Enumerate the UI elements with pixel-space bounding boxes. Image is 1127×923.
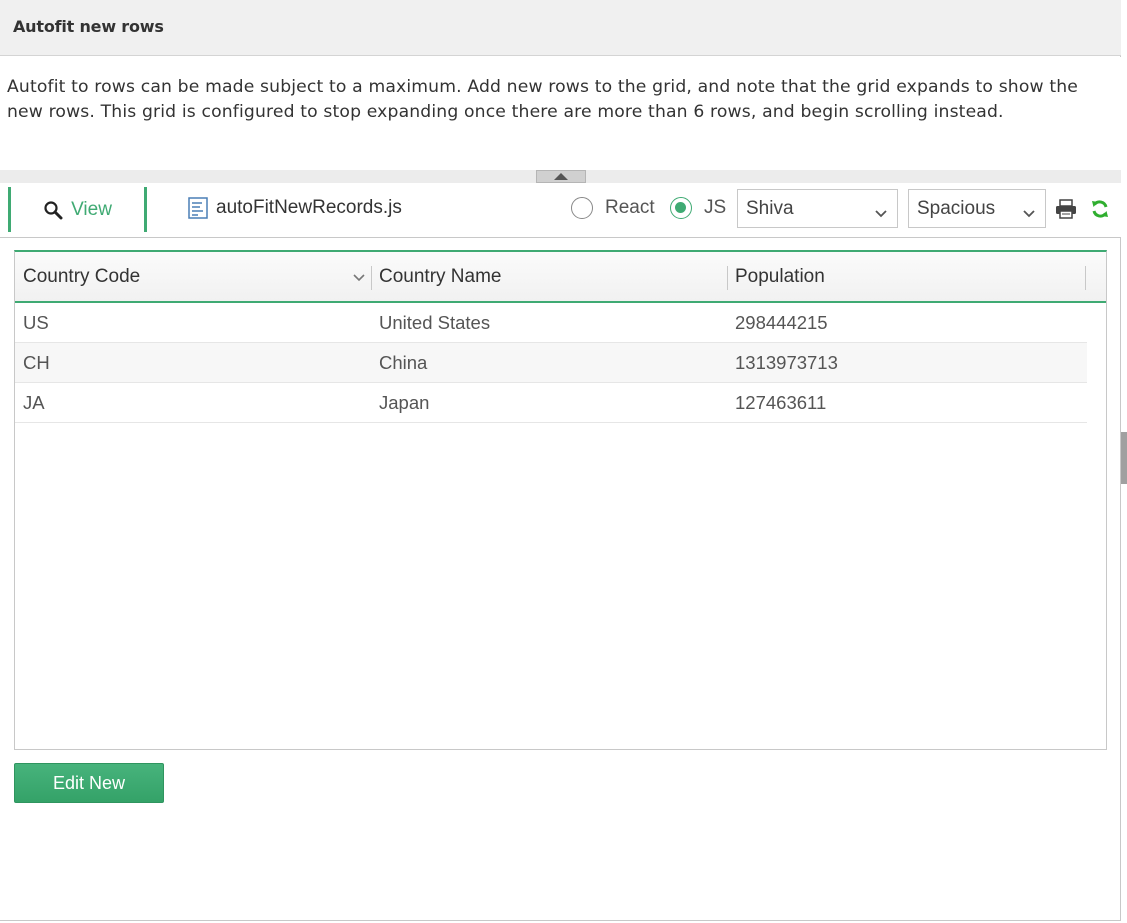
sort-chevron-down-icon[interactable] [353,270,365,288]
search-icon [43,200,63,220]
cell-population: 298444215 [735,311,828,333]
refresh-icon[interactable] [1090,199,1110,224]
cell-country-code: US [23,311,49,333]
radio-js-label: JS [704,197,727,218]
column-header-label: Country Code [23,265,141,287]
file-code-icon [188,197,208,219]
column-header-country-name[interactable]: Country Name [371,252,727,301]
cell-country-name: Japan [379,391,430,413]
cell-country-code: JA [23,391,45,413]
tab-source-file-label: autoFitNewRecords.js [216,197,402,218]
table-row[interactable]: JA Japan 127463611 [15,383,1087,423]
cell-country-code: CH [23,351,50,373]
right-edge-resize-handle[interactable] [1121,432,1127,484]
cell-population: 1313973713 [735,351,838,373]
page-title: Autofit new rows [13,17,164,36]
edit-new-button[interactable]: Edit New [14,763,164,803]
cell-country-name: United States [379,311,491,333]
column-divider[interactable] [1085,266,1086,290]
title-bar: Autofit new rows [0,0,1121,56]
edit-new-button-label: Edit New [52,772,126,793]
radio-js[interactable]: JS [670,197,726,219]
radio-react-circle[interactable] [571,197,593,219]
grid-header: Country Code Country Name Population [15,252,1106,303]
page-description: Autofit to rows can be made subject to a… [7,77,1078,122]
column-header-label: Country Name [379,265,502,287]
chevron-down-icon [1023,203,1035,225]
column-header-population[interactable]: Population [727,252,1085,301]
table-row[interactable]: CH China 1313973713 [15,343,1087,383]
density-select-value: Spacious [917,197,996,219]
skin-select[interactable]: Shiva [737,189,898,228]
cell-country-name: China [379,351,428,373]
chevron-down-icon [875,203,887,225]
radio-js-circle[interactable] [670,197,692,219]
print-icon[interactable] [1055,199,1077,224]
column-header-country-code[interactable]: Country Code [15,252,371,301]
tab-source-file[interactable]: autoFitNewRecords.js [188,197,402,219]
density-select[interactable]: Spacious [908,189,1046,228]
country-grid: Country Code Country Name Population US … [14,250,1107,750]
tab-view[interactable]: View [8,187,147,232]
collapse-up-icon [554,173,568,180]
table-row[interactable]: US United States 298444215 [15,303,1087,343]
tab-view-label: View [71,198,112,220]
skin-select-value: Shiva [746,197,794,219]
example-toolbar: View autoFitNewRecords.js React JS Shiva… [0,183,1121,238]
cell-population: 127463611 [735,391,827,413]
radio-react-label: React [605,197,655,218]
column-header-label: Population [735,265,825,287]
radio-react[interactable]: React [571,197,655,219]
collapse-description-button[interactable] [536,170,586,183]
